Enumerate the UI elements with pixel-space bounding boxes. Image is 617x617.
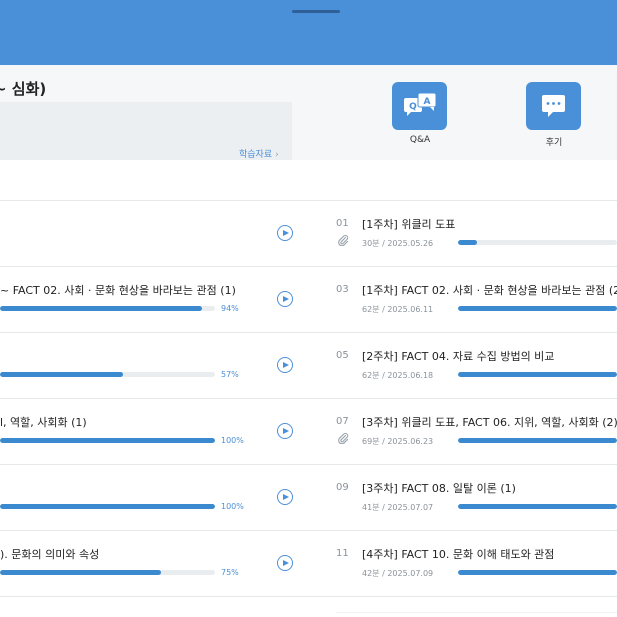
row-divider	[0, 266, 617, 267]
progress-fill	[0, 306, 203, 311]
row-divider	[0, 464, 617, 465]
progress-fill	[458, 306, 617, 311]
row-divider	[0, 596, 617, 597]
qa-button[interactable]: Q A	[392, 82, 447, 130]
lecture-title[interactable]: [1주차] 위클리 도표	[362, 216, 455, 232]
svg-text:Q: Q	[409, 102, 417, 112]
chevron-right-icon: ›	[275, 150, 279, 160]
progress-track	[458, 570, 617, 575]
material-link-label: 학습자료	[239, 150, 273, 160]
progress-fill	[0, 570, 162, 575]
progress-track	[458, 306, 617, 311]
qa-icon: Q A	[404, 92, 437, 116]
material-link[interactable]: 학습자료 ›	[239, 147, 279, 160]
lecture-title[interactable]: l, 역할, 사회화 (1)	[0, 414, 87, 430]
lecture-meta: 42분 / 2025.07.09	[362, 569, 434, 578]
lecture-meta: 62분 / 2025.06.18	[362, 371, 434, 380]
play-icon[interactable]	[277, 423, 293, 439]
lecture-number: 07	[336, 416, 349, 427]
row-divider	[0, 332, 617, 333]
progress-fill	[0, 504, 215, 509]
lecture-meta: 69분 / 2025.06.23	[362, 437, 434, 446]
progress-fill	[0, 372, 123, 377]
progress-track	[0, 570, 215, 575]
lecture-title[interactable]: [3주차] 위클리 도표, FACT 06. 지위, 역할, 사회화 (2)	[362, 414, 617, 430]
lecture-title[interactable]: [1주차] FACT 02. 사회 · 문화 현상을 바라보는 관점 (2)~ …	[362, 282, 617, 298]
lecture-meta: 30분 / 2025.05.26	[362, 239, 434, 248]
attachment-icon[interactable]	[337, 234, 349, 249]
chat-icon	[542, 95, 565, 117]
row-divider	[0, 398, 617, 399]
progress-fill	[458, 372, 617, 377]
play-icon[interactable]	[277, 225, 293, 241]
lecture-number: 05	[336, 350, 349, 361]
lecture-meta: 62분 / 2025.06.11	[362, 305, 434, 314]
progress-percent: 100%	[221, 436, 244, 445]
progress-fill	[0, 438, 215, 443]
progress-percent: 75%	[221, 568, 239, 577]
progress-fill	[458, 570, 617, 575]
progress-fill	[458, 240, 478, 245]
lecture-title[interactable]: [3주차] FACT 08. 일탈 이론 (1)	[362, 480, 516, 496]
review-button[interactable]	[526, 82, 581, 130]
course-title: ~ 심화)	[0, 80, 47, 98]
svg-text:A: A	[424, 97, 431, 107]
lecture-number: 09	[336, 482, 349, 493]
next-row-peek	[336, 612, 617, 613]
play-icon[interactable]	[277, 291, 293, 307]
lecture-title[interactable]: [2주차] FACT 04. 자료 수집 방법의 비교	[362, 348, 554, 364]
progress-percent: 57%	[221, 370, 239, 379]
progress-track	[0, 372, 215, 377]
progress-percent: 94%	[221, 304, 239, 313]
progress-track	[458, 504, 617, 509]
progress-track	[0, 504, 215, 509]
row-divider	[0, 200, 617, 201]
progress-fill	[458, 504, 617, 509]
review-label: 후기	[545, 138, 563, 148]
play-icon[interactable]	[277, 555, 293, 571]
lecture-number: 01	[336, 218, 349, 229]
play-icon[interactable]	[277, 357, 293, 373]
lecture-title[interactable]: ~ FACT 02. 사회 · 문화 현상을 바라보는 관점 (1)	[0, 282, 236, 298]
qa-label: Q&A	[409, 135, 431, 145]
progress-track	[458, 372, 617, 377]
progress-percent: 100%	[221, 502, 244, 511]
lecture-title[interactable]: ). 문화의 의미와 속성	[0, 546, 99, 562]
progress-fill	[458, 438, 617, 443]
attachment-icon[interactable]	[337, 432, 349, 447]
drag-handle[interactable]	[292, 10, 340, 13]
lecture-number: 11	[336, 548, 349, 559]
progress-track	[458, 438, 617, 443]
progress-track	[458, 240, 617, 245]
lecture-number: 03	[336, 284, 349, 295]
progress-track	[0, 306, 215, 311]
lecture-title[interactable]: [4주차] FACT 10. 문화 이해 태도와 관점	[362, 546, 554, 562]
row-divider	[0, 530, 617, 531]
lecture-meta: 41분 / 2025.07.07	[362, 503, 434, 512]
progress-track	[0, 438, 215, 443]
play-icon[interactable]	[277, 489, 293, 505]
